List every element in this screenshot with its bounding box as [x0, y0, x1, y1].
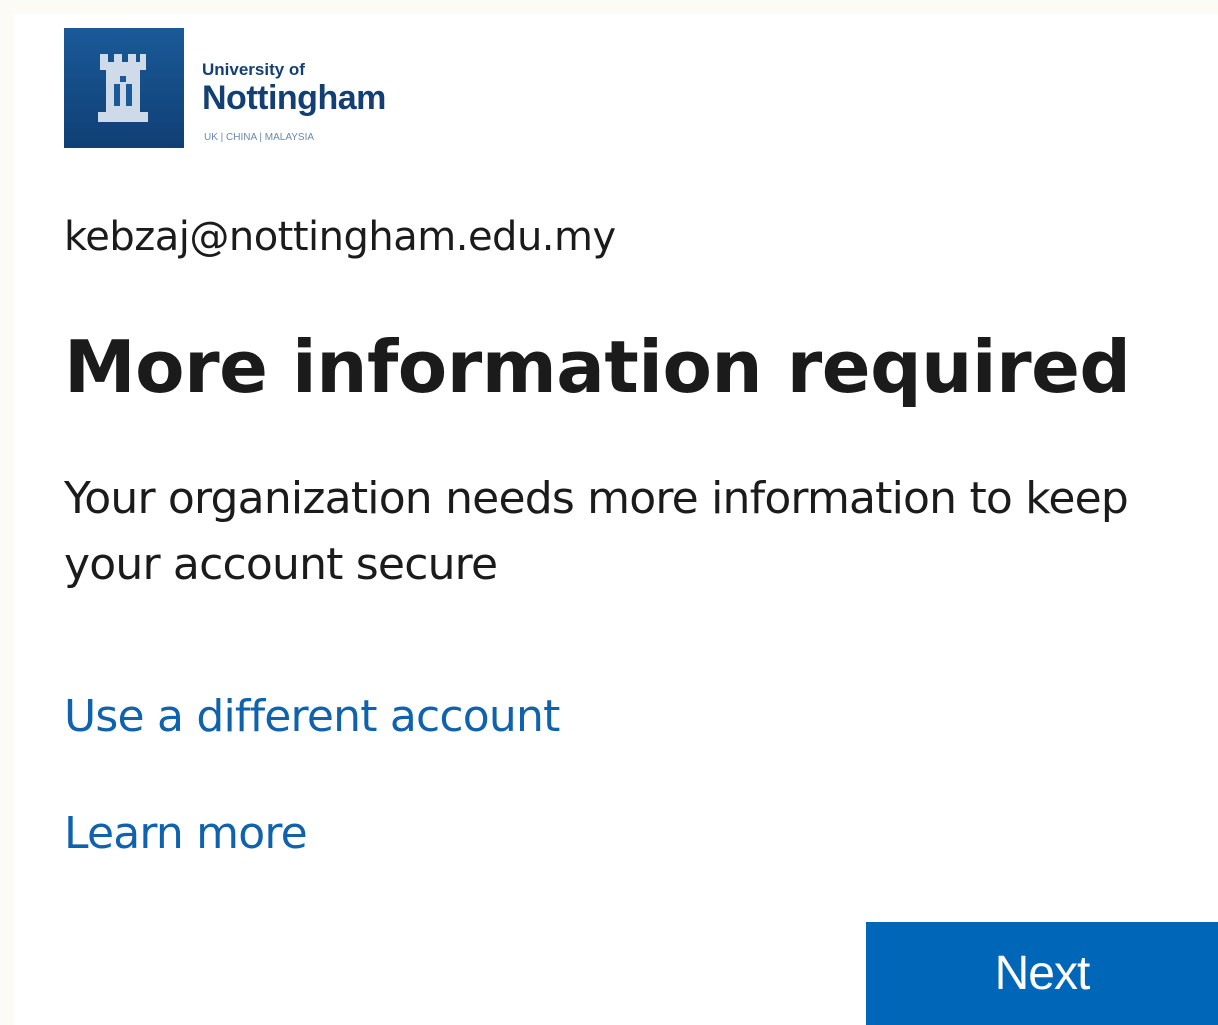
learn-more-link[interactable]: Learn more	[64, 808, 308, 859]
castle-crest-icon	[64, 28, 184, 148]
account-email: kebzaj@nottingham.edu.my	[64, 214, 616, 260]
logo-text-campuses: UK | CHINA | MALAYSIA	[204, 132, 315, 143]
next-button-label: Next	[994, 947, 1091, 1000]
use-different-account-link[interactable]: Use a different account	[64, 691, 560, 742]
logo-text-university-of: University of	[202, 60, 305, 79]
page-title: More information required	[64, 325, 1131, 409]
university-logo: University of Nottingham UK | CHINA | MA…	[64, 28, 386, 148]
page-description: Your organization needs more information…	[64, 473, 1129, 590]
logo-text-nottingham: Nottingham	[202, 79, 386, 117]
next-button[interactable]: Next	[866, 922, 1218, 1025]
